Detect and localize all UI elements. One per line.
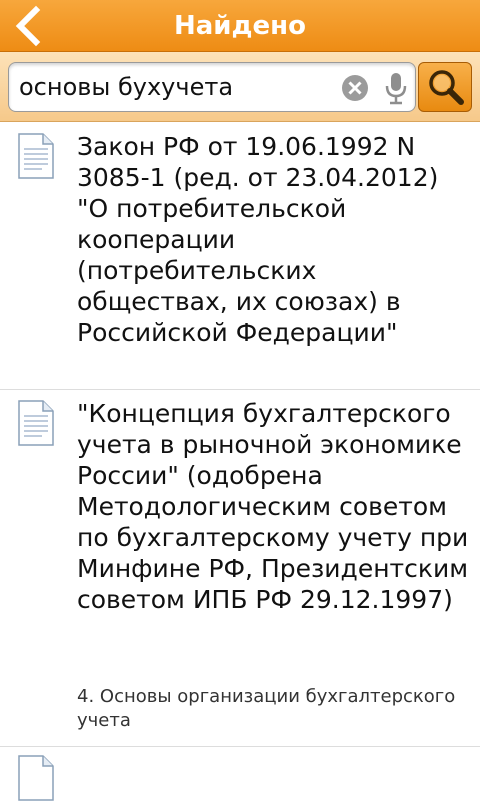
- search-bar: [0, 52, 480, 122]
- clear-button[interactable]: [341, 74, 369, 102]
- microphone-button[interactable]: [383, 71, 409, 105]
- search-input[interactable]: [19, 63, 339, 111]
- list-item[interactable]: Закон РФ от 19.06.1992 N 3085-1 (ред. от…: [0, 123, 480, 390]
- microphone-icon: [385, 73, 407, 105]
- header-bar: Найдено: [0, 0, 480, 52]
- list-item[interactable]: "Концепция бухгалтерского учета в рыночн…: [0, 390, 480, 747]
- document-icon: [18, 133, 54, 179]
- results-list: Закон РФ от 19.06.1992 N 3085-1 (ред. от…: [0, 123, 480, 801]
- page-title: Найдено: [174, 11, 306, 41]
- search-button[interactable]: [418, 62, 472, 112]
- search-box[interactable]: [8, 62, 416, 112]
- list-item[interactable]: [0, 747, 480, 801]
- magnifier-icon: [429, 70, 464, 105]
- result-title: "Концепция бухгалтерского учета в рыночн…: [77, 399, 469, 614]
- document-icon: [18, 755, 54, 801]
- result-title: Закон РФ от 19.06.1992 N 3085-1 (ред. от…: [77, 132, 439, 347]
- document-icon: [18, 400, 54, 446]
- result-subtitle: 4. Основы организации бухгалтерского уче…: [77, 686, 456, 731]
- clear-icon: [342, 75, 368, 101]
